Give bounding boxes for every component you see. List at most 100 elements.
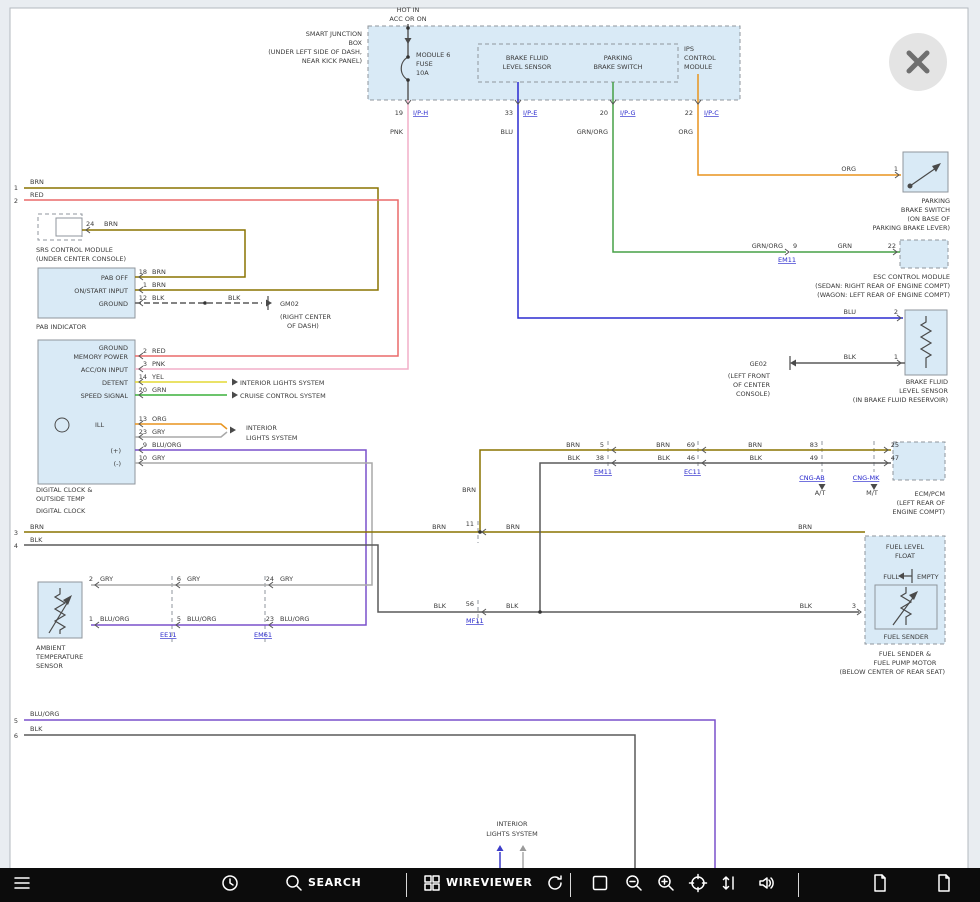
diagram-label: GRY — [187, 575, 200, 583]
diagram-label: (ON BASE OF — [907, 215, 950, 223]
diagram-label: LEVEL SENSOR — [503, 63, 552, 71]
connector-link[interactable]: EM11 — [778, 256, 796, 264]
diagram-label: (-) — [114, 460, 121, 468]
target-icon[interactable] — [688, 873, 708, 893]
diagram-label: PAB INDICATOR — [36, 323, 87, 331]
diagram-label: PNK — [152, 360, 166, 368]
connector-link[interactable]: EM61 — [254, 631, 272, 639]
diagram-label: (WAGON: LEFT REAR OF ENGINE COMPT) — [817, 291, 950, 299]
zoom-out-icon[interactable] — [624, 873, 644, 893]
diagram-label: (+) — [110, 447, 121, 455]
history-icon[interactable] — [220, 873, 240, 893]
diagram-label: BLK — [658, 454, 671, 462]
diagram-label: BLK — [30, 536, 43, 544]
diagram-label: BRN — [462, 486, 476, 494]
toolbar-divider-1 — [406, 873, 407, 897]
diagram-label: BOX — [349, 39, 363, 47]
diagram-label: CONSOLE) — [736, 390, 770, 398]
diagram-label: FULL — [883, 573, 899, 581]
diagram-label: NEAR KICK PANEL) — [302, 57, 362, 65]
diagram-label: MEMORY POWER — [73, 353, 128, 361]
diagram-label: 2 — [89, 575, 93, 583]
connector-link[interactable]: I/P-E — [523, 109, 537, 117]
search-icon[interactable] — [284, 873, 304, 893]
diagram-label: INTERIOR — [246, 424, 277, 432]
audio-icon[interactable] — [756, 873, 776, 893]
esc-control-module-box — [900, 240, 948, 268]
fit-vertical-icon[interactable] — [720, 873, 740, 893]
menu-icon[interactable] — [12, 873, 32, 893]
diagram-label: GRN/ORG — [577, 128, 608, 136]
diagram-label: SENSOR — [36, 662, 63, 670]
diagram-label: TEMPERATURE — [35, 653, 83, 661]
wireviewer-icon[interactable] — [422, 873, 442, 893]
diagram-label: 5 — [600, 441, 604, 449]
diagram-label: BRN — [432, 523, 446, 531]
search-label[interactable]: SEARCH — [308, 876, 361, 889]
diagram-label: ORG — [152, 415, 167, 423]
diagram-label: FUEL SENDER & — [879, 650, 931, 658]
diagram-label: BRAKE FLUID — [906, 378, 948, 386]
diagram-label: BRN — [748, 441, 762, 449]
diagram-label: 14 — [139, 373, 147, 381]
refresh-icon[interactable] — [545, 873, 565, 893]
diagram-sheet — [10, 8, 968, 870]
connector-link[interactable]: CNG-AB — [799, 474, 825, 482]
diagram-label: GROUND — [99, 300, 128, 308]
diagram-label: BRAKE SWITCH — [593, 63, 642, 71]
diagram-label: 1 — [89, 615, 93, 623]
connector-link[interactable]: I/P-G — [620, 109, 636, 117]
connector-link[interactable]: CNG-MK — [853, 474, 880, 482]
junction-dot — [203, 301, 207, 305]
page-flag-icon[interactable] — [870, 873, 890, 893]
diagram-label: BLU — [843, 308, 856, 316]
diagram-label: INTERIOR — [497, 820, 528, 828]
fullscreen-icon[interactable] — [590, 873, 610, 893]
close-button[interactable] — [889, 33, 947, 91]
connector-link[interactable]: I/P-C — [704, 109, 719, 117]
wireviewer-label[interactable]: WIREVIEWER — [446, 876, 532, 889]
diagram-label: BLU — [500, 128, 513, 136]
junction-dot — [538, 610, 542, 614]
diagram-label: PARKING BRAKE LEVER) — [872, 224, 950, 232]
diagram-label: 2 — [894, 308, 898, 316]
diagram-label: GRY — [100, 575, 113, 583]
diagram-label: 56 — [466, 600, 474, 608]
wiring-diagram-canvas: HOT INACC OR ONSMART JUNCTIONBOX(UNDER L… — [0, 0, 980, 885]
diagram-label: (BELOW CENTER OF REAR SEAT) — [839, 668, 945, 676]
diagram-label: RED — [30, 191, 44, 199]
close-icon — [889, 33, 947, 91]
diagram-label: 25 — [891, 441, 899, 449]
diagram-label: PAB OFF — [101, 274, 128, 282]
diagram-label: BRN — [506, 523, 520, 531]
diagram-label: BRN — [656, 441, 670, 449]
diagram-label: 10A — [416, 69, 429, 77]
page-icon[interactable] — [934, 873, 954, 893]
connector-link[interactable]: EM11 — [594, 468, 612, 476]
diagram-label: BLK — [30, 725, 43, 733]
diagram-label: BLK — [750, 454, 763, 462]
diagram-label: 2 — [143, 347, 147, 355]
toolbar-divider-2 — [570, 873, 571, 897]
diagram-label: CONTROL — [684, 54, 716, 62]
diagram-label: LIGHTS SYSTEM — [486, 830, 538, 838]
diagram-label: 20 — [139, 386, 147, 394]
junction-dot — [406, 78, 410, 82]
diagram-label: BRN — [152, 268, 166, 276]
zoom-in-icon[interactable] — [656, 873, 676, 893]
diagram-label: BLK — [152, 294, 165, 302]
diagram-label: BLK — [228, 294, 241, 302]
connector-link[interactable]: EC11 — [684, 468, 701, 476]
diagram-label: SPEED SIGNAL — [81, 392, 129, 400]
connector-link[interactable]: MF11 — [466, 617, 484, 625]
diagram-label: GRN — [838, 242, 853, 250]
diagram-label: GROUND — [99, 344, 128, 352]
diagram-label: BLU/ORG — [152, 441, 181, 449]
diagram-label: INTERIOR LIGHTS SYSTEM — [240, 379, 325, 387]
diagram-label: 47 — [891, 454, 899, 462]
connector-link[interactable]: EE11 — [160, 631, 177, 639]
connector-link[interactable]: I/P-H — [413, 109, 428, 117]
diagram-label: (LEFT REAR OF — [897, 499, 946, 507]
diagram-label: ECM/PCM — [914, 490, 945, 498]
diagram-label: BRN — [566, 441, 580, 449]
